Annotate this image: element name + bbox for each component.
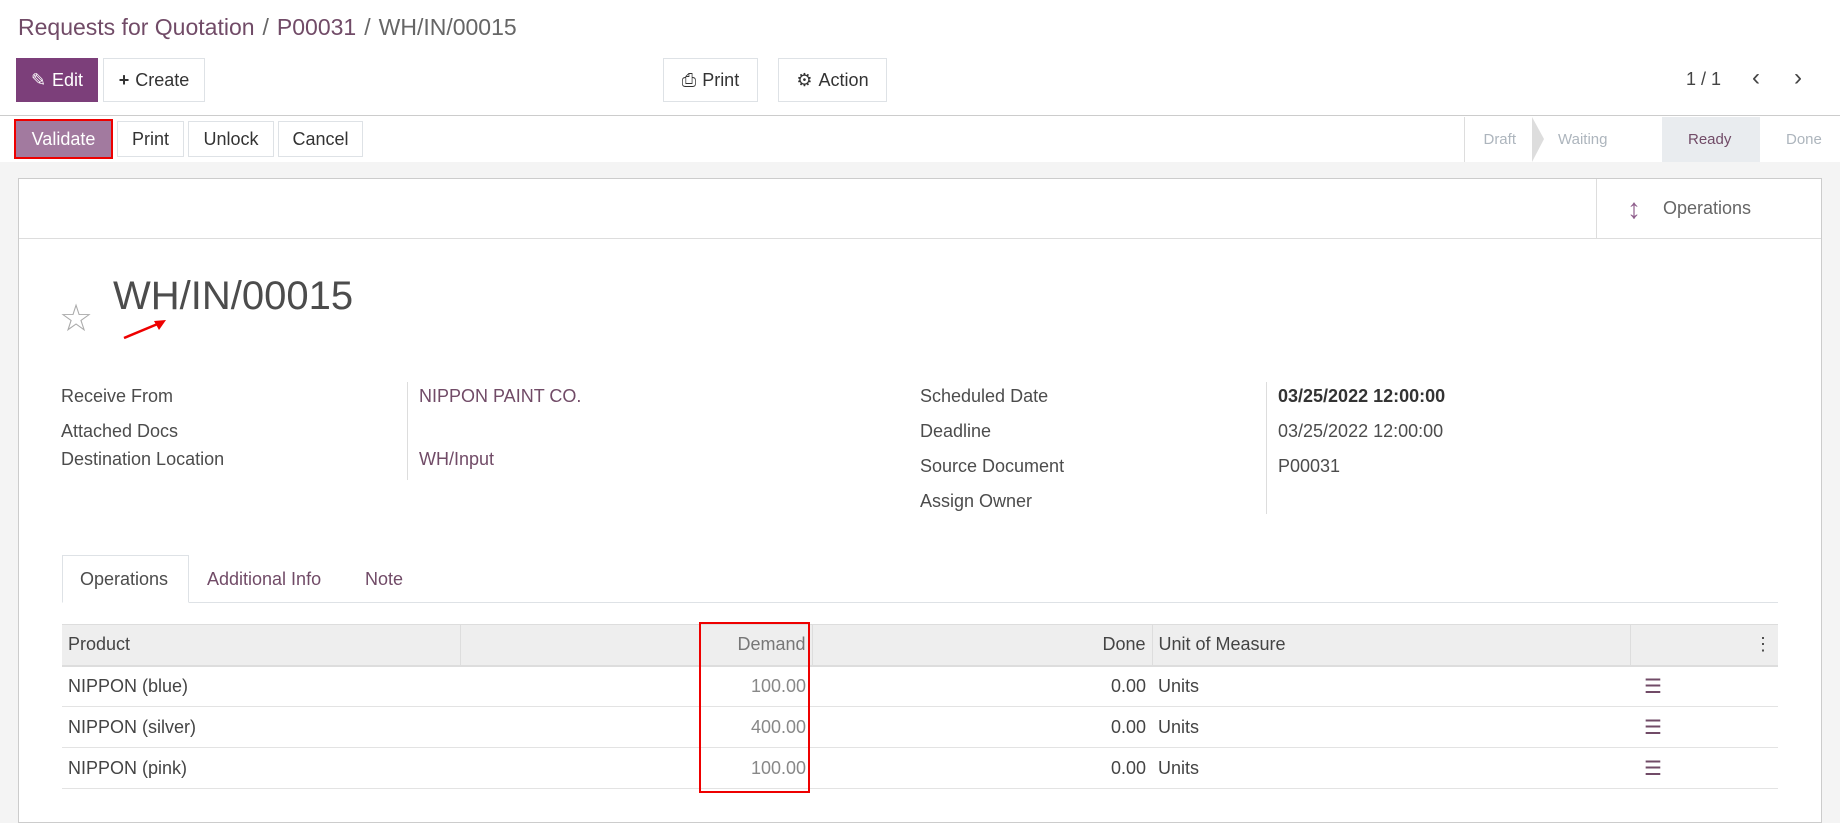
scheduled-date-value: 03/25/2022 12:00:00	[1278, 386, 1446, 406]
demand-cell: 100.00	[460, 665, 812, 707]
field-divider	[407, 382, 408, 480]
breadcrumb-rfq[interactable]: Requests for Quotation	[18, 14, 255, 40]
detailed-operations-icon[interactable]: ☰	[1630, 665, 1778, 707]
detailed-operations-icon[interactable]: ☰	[1630, 706, 1778, 748]
field-divider	[1266, 382, 1267, 514]
col-uom[interactable]: Unit of Measure	[1151, 624, 1630, 667]
column-options-icon[interactable]: ⋮	[1629, 624, 1778, 667]
operations-label: Operations	[1663, 198, 1752, 218]
status-ready[interactable]: Ready	[1662, 117, 1760, 162]
attached-docs-label: Attached Docs	[61, 421, 179, 441]
action-label: Action	[818, 69, 869, 90]
status-label: Draft	[1483, 131, 1516, 148]
assign-owner-label: Assign Owner	[920, 491, 1033, 511]
unlock-button[interactable]: Unlock	[188, 121, 274, 157]
done-cell: 0.00	[812, 706, 1152, 748]
operations-smart-button[interactable]: ↕ Operations	[1596, 179, 1821, 238]
col-product[interactable]: Product	[62, 624, 461, 667]
receive-from-link[interactable]: NIPPON PAINT CO.	[419, 386, 581, 407]
validate-button[interactable]: Validate	[16, 121, 111, 157]
action-menu-button[interactable]: ⚙ Action	[778, 58, 887, 102]
plus-icon: +	[118, 69, 130, 90]
detailed-operations-icon[interactable]: ☰	[1630, 747, 1778, 789]
status-done[interactable]: Done	[1760, 117, 1840, 162]
gear-icon: ⚙	[796, 69, 813, 90]
status-waiting[interactable]: Waiting	[1532, 117, 1662, 162]
product-cell: NIPPON (blue)	[62, 665, 460, 707]
record-title: WH/IN/00015	[113, 274, 354, 318]
pager-previous-icon[interactable]: ‹	[1752, 64, 1760, 92]
product-cell: NIPPON (pink)	[62, 747, 460, 789]
col-demand[interactable]: Demand	[460, 624, 812, 667]
status-label: Done	[1786, 131, 1822, 148]
table-row[interactable]: NIPPON (blue) 100.00 0.00 Units ☰	[62, 665, 1778, 707]
button-box-divider	[19, 238, 1821, 239]
demand-cell: 100.00	[460, 747, 812, 789]
done-cell: 0.00	[812, 747, 1152, 789]
demand-cell: 400.00	[460, 706, 812, 748]
pencil-icon: ✎	[30, 69, 47, 90]
pager-value: 1 / 1	[1686, 69, 1722, 89]
print-menu-button[interactable]: ⎙ Print	[663, 58, 758, 102]
star-icon[interactable]: ☆	[59, 296, 93, 341]
edit-button[interactable]: ✎ Edit	[16, 58, 98, 102]
source-document-label: Source Document	[920, 456, 1065, 476]
print-label: Print	[702, 69, 740, 90]
table-header: Product Demand Done Unit of Measure ⋮	[62, 624, 1778, 667]
table-row[interactable]: NIPPON (pink) 100.00 0.00 Units ☰	[62, 747, 1778, 789]
source-document-value: P00031	[1278, 456, 1341, 476]
uom-cell: Units	[1152, 706, 1630, 748]
uom-cell: Units	[1152, 665, 1630, 707]
pager-next-icon[interactable]: ›	[1794, 64, 1802, 92]
done-cell: 0.00	[812, 665, 1152, 707]
print-button[interactable]: Print	[117, 121, 184, 157]
tab-note[interactable]: Note	[348, 555, 420, 603]
breadcrumb: Requests for Quotation / P00031/WH/IN/0001…	[18, 14, 517, 40]
scheduled-date-label: Scheduled Date	[920, 386, 1049, 406]
receive-from-label: Receive From	[61, 386, 174, 406]
edit-label: Edit	[52, 69, 84, 90]
cancel-button[interactable]: Cancel	[278, 121, 363, 157]
col-done[interactable]: Done	[811, 624, 1152, 667]
status-draft[interactable]: Draft	[1465, 117, 1544, 162]
status-label: Ready	[1688, 131, 1732, 148]
annotation-arrow	[123, 320, 166, 340]
status-bar: Draft Waiting Ready Done	[1464, 117, 1840, 162]
product-cell: NIPPON (silver)	[62, 706, 460, 748]
deadline-value: 03/25/2022 12:00:00	[1278, 421, 1444, 441]
status-label: Waiting	[1558, 131, 1608, 148]
printer-icon: ⎙	[681, 69, 697, 90]
tab-additional-info[interactable]: Additional Info	[190, 555, 338, 603]
uom-cell: Units	[1152, 747, 1630, 789]
arrows-vertical-icon: ↕	[1627, 192, 1641, 224]
divider	[0, 115, 1840, 116]
breadcrumb-current: WH/IN/00015	[378, 14, 517, 40]
tab-operations[interactable]: Operations	[62, 555, 189, 603]
destination-location-link[interactable]: WH/Input	[419, 449, 494, 470]
deadline-label: Deadline	[920, 421, 992, 441]
table-row[interactable]: NIPPON (silver) 400.00 0.00 Units ☰	[62, 706, 1778, 748]
breadcrumb-po[interactable]: P00031	[277, 14, 356, 40]
operations-table: Product Demand Done Unit of Measure ⋮ NI…	[62, 624, 1778, 789]
create-label: Create	[135, 69, 190, 90]
create-button[interactable]: + Create	[103, 58, 205, 102]
destination-location-label: Destination Location	[61, 449, 225, 469]
